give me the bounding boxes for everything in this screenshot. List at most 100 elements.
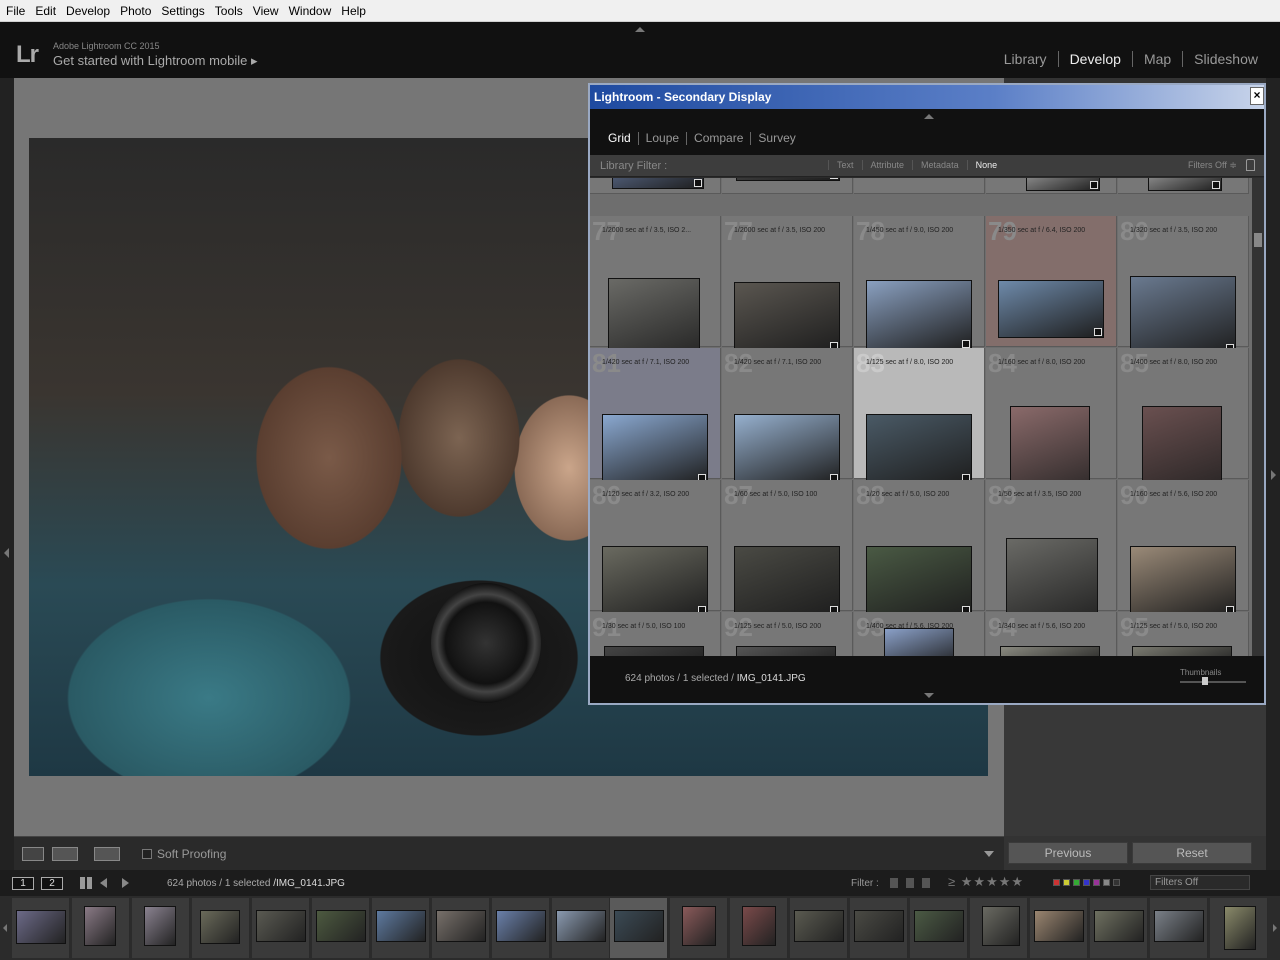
rating-filter[interactable]: ≥ ★★★★★ bbox=[948, 874, 1024, 890]
grid-thumbnail[interactable] bbox=[734, 414, 840, 484]
filmstrip-thumbnail[interactable] bbox=[496, 910, 546, 942]
grid-thumbnail[interactable] bbox=[866, 280, 972, 350]
loupe-view-icon[interactable] bbox=[22, 847, 44, 861]
filmstrip-thumbnail[interactable] bbox=[914, 910, 964, 942]
reset-button[interactable]: Reset bbox=[1132, 842, 1252, 864]
filmstrip-thumbnail[interactable] bbox=[742, 906, 776, 946]
grid-cell[interactable]: 83 1/125 sec at f / 8.0, ISO 200 bbox=[854, 348, 985, 484]
tab-grid[interactable]: Grid bbox=[606, 132, 639, 145]
filmstrip-thumbnail[interactable] bbox=[256, 910, 306, 942]
grid-thumbnail[interactable] bbox=[734, 282, 840, 352]
filmstrip-thumbnail[interactable] bbox=[376, 910, 426, 942]
expand-left-panel-icon[interactable] bbox=[4, 548, 9, 558]
filter-attribute[interactable]: Attribute bbox=[861, 160, 913, 170]
filmstrip-thumbnail[interactable] bbox=[200, 910, 240, 944]
grid-thumbnail[interactable] bbox=[612, 178, 704, 189]
module-library[interactable]: Library bbox=[993, 51, 1059, 67]
grid-cell[interactable] bbox=[1118, 178, 1249, 194]
module-develop[interactable]: Develop bbox=[1059, 51, 1133, 67]
filmstrip-thumbnail[interactable] bbox=[1034, 910, 1084, 942]
grid-thumbnail[interactable] bbox=[602, 414, 708, 484]
right-panel-edge[interactable] bbox=[1266, 78, 1280, 870]
module-map[interactable]: Map bbox=[1133, 51, 1184, 67]
grid-cell[interactable]: 91 1/30 sec at f / 5.0, ISO 100 bbox=[590, 612, 721, 656]
filmstrip-scroll-left-icon[interactable] bbox=[3, 924, 7, 932]
grid-cell[interactable]: 82 1/420 sec at f / 7.1, ISO 200 bbox=[722, 348, 853, 484]
soft-proofing-checkbox[interactable] bbox=[142, 849, 152, 859]
grid-thumbnail[interactable] bbox=[1000, 646, 1100, 656]
filmstrip-thumbnail[interactable] bbox=[1224, 906, 1256, 950]
yellow-label-icon[interactable] bbox=[1063, 879, 1070, 886]
grid-view-icon[interactable] bbox=[80, 877, 92, 889]
filmstrip-thumbnail[interactable] bbox=[982, 906, 1020, 946]
tab-loupe[interactable]: Loupe bbox=[639, 132, 688, 145]
toolbar-menu-chevron-icon[interactable] bbox=[984, 851, 994, 857]
grid-thumbnail[interactable] bbox=[998, 280, 1104, 338]
secondary-scrollbar[interactable] bbox=[1252, 178, 1264, 656]
grid-thumbnail[interactable] bbox=[884, 628, 954, 656]
grid-cell[interactable]: 77 1/2000 sec at f / 3.5, ISO 200 bbox=[722, 216, 853, 352]
filmstrip-thumbnail[interactable] bbox=[1094, 910, 1144, 942]
secondary-titlebar[interactable]: Lightroom - Secondary Display × bbox=[590, 85, 1264, 109]
grid-cell[interactable]: 93 1/400 sec at f / 5.6, ISO 200 bbox=[854, 612, 985, 656]
filmstrip-thumbnail[interactable] bbox=[794, 910, 844, 942]
before-after-swap-icon[interactable] bbox=[94, 847, 120, 861]
grid-cell[interactable]: 94 1/340 sec at f / 5.6, ISO 200 bbox=[986, 612, 1117, 656]
menu-develop[interactable]: Develop bbox=[61, 0, 115, 22]
grid-cell[interactable]: 85 1/400 sec at f / 8.0, ISO 200 bbox=[1118, 348, 1249, 510]
no-label-icon[interactable] bbox=[1113, 879, 1120, 886]
forward-arrow-icon[interactable] bbox=[122, 878, 129, 888]
filter-text[interactable]: Text bbox=[828, 160, 862, 170]
grid-thumbnail[interactable] bbox=[604, 646, 704, 656]
thumbnail-size-slider-knob[interactable] bbox=[1202, 677, 1208, 685]
menu-window[interactable]: Window bbox=[284, 0, 337, 22]
filter-none[interactable]: None bbox=[966, 160, 1006, 170]
grid-cell[interactable]: 86 1/120 sec at f / 3.2, ISO 200 bbox=[590, 480, 721, 616]
scrollbar-thumb[interactable] bbox=[1254, 233, 1262, 247]
filmstrip-thumbnail[interactable] bbox=[614, 910, 664, 942]
grid-cell[interactable]: 92 1/125 sec at f / 5.0, ISO 200 bbox=[722, 612, 853, 656]
previous-button[interactable]: Previous bbox=[1008, 842, 1128, 864]
filmstrip-thumbnail[interactable] bbox=[436, 910, 486, 942]
filmstrip-thumbnail[interactable] bbox=[1154, 910, 1204, 942]
back-arrow-icon[interactable] bbox=[100, 878, 107, 888]
grid-cell[interactable]: 84 1/160 sec at f / 8.0, ISO 200 bbox=[986, 348, 1117, 510]
red-label-icon[interactable] bbox=[1053, 879, 1060, 886]
menu-tools[interactable]: Tools bbox=[210, 0, 248, 22]
filmstrip-filters-dropdown[interactable]: Filters Off bbox=[1150, 875, 1250, 890]
filmstrip-scroll-right-icon[interactable] bbox=[1273, 924, 1277, 932]
filmstrip-thumbnail[interactable] bbox=[144, 906, 176, 946]
grid-cell[interactable]: 90 1/160 sec at f / 5.6, ISO 200 bbox=[1118, 480, 1249, 616]
left-panel-edge[interactable] bbox=[0, 78, 14, 870]
tab-survey[interactable]: Survey bbox=[751, 132, 802, 145]
filmstrip-thumbnail[interactable] bbox=[16, 910, 66, 944]
color-label-filter[interactable] bbox=[1053, 879, 1120, 886]
menu-help[interactable]: Help bbox=[336, 0, 371, 22]
grid-thumbnail[interactable] bbox=[736, 646, 836, 656]
grid-cell[interactable]: 79 1/350 sec at f / 6.4, ISO 200 bbox=[986, 216, 1117, 347]
green-label-icon[interactable] bbox=[1073, 879, 1080, 886]
menu-file[interactable]: File bbox=[0, 0, 30, 22]
grid-thumbnail[interactable] bbox=[1130, 276, 1236, 354]
secondary-window-button[interactable]: 2 bbox=[41, 877, 63, 890]
collapse-top-panel-icon[interactable] bbox=[635, 27, 645, 32]
grid-thumbnail[interactable] bbox=[734, 546, 840, 616]
menu-view[interactable]: View bbox=[248, 0, 284, 22]
main-window-button[interactable]: 1 bbox=[12, 877, 34, 890]
filmstrip-thumbnail[interactable] bbox=[84, 906, 116, 946]
grid-cell[interactable]: 81 1/420 sec at f / 7.1, ISO 200 bbox=[590, 348, 721, 484]
filmstrip-thumbnail[interactable] bbox=[682, 906, 716, 946]
grid-thumbnail[interactable] bbox=[866, 414, 972, 484]
grid-cell[interactable] bbox=[722, 178, 853, 194]
tab-compare[interactable]: Compare bbox=[687, 132, 752, 145]
grid-thumbnail[interactable] bbox=[1132, 646, 1232, 656]
menu-settings[interactable]: Settings bbox=[156, 0, 209, 22]
grid-cell[interactable]: 89 1/50 sec at f / 3.5, ISO 200 bbox=[986, 480, 1117, 630]
expand-right-panel-icon[interactable] bbox=[1271, 470, 1276, 480]
before-after-icon[interactable] bbox=[52, 847, 78, 861]
grid-cell[interactable]: 80 1/320 sec at f / 3.5, ISO 200 bbox=[1118, 216, 1249, 354]
grid-thumbnail[interactable] bbox=[866, 546, 972, 616]
filmstrip-thumbnail[interactable] bbox=[316, 910, 366, 942]
collapse-secondary-header-icon[interactable] bbox=[924, 114, 934, 119]
grid-cell[interactable]: 78 1/450 sec at f / 9.0, ISO 200 bbox=[854, 216, 985, 350]
